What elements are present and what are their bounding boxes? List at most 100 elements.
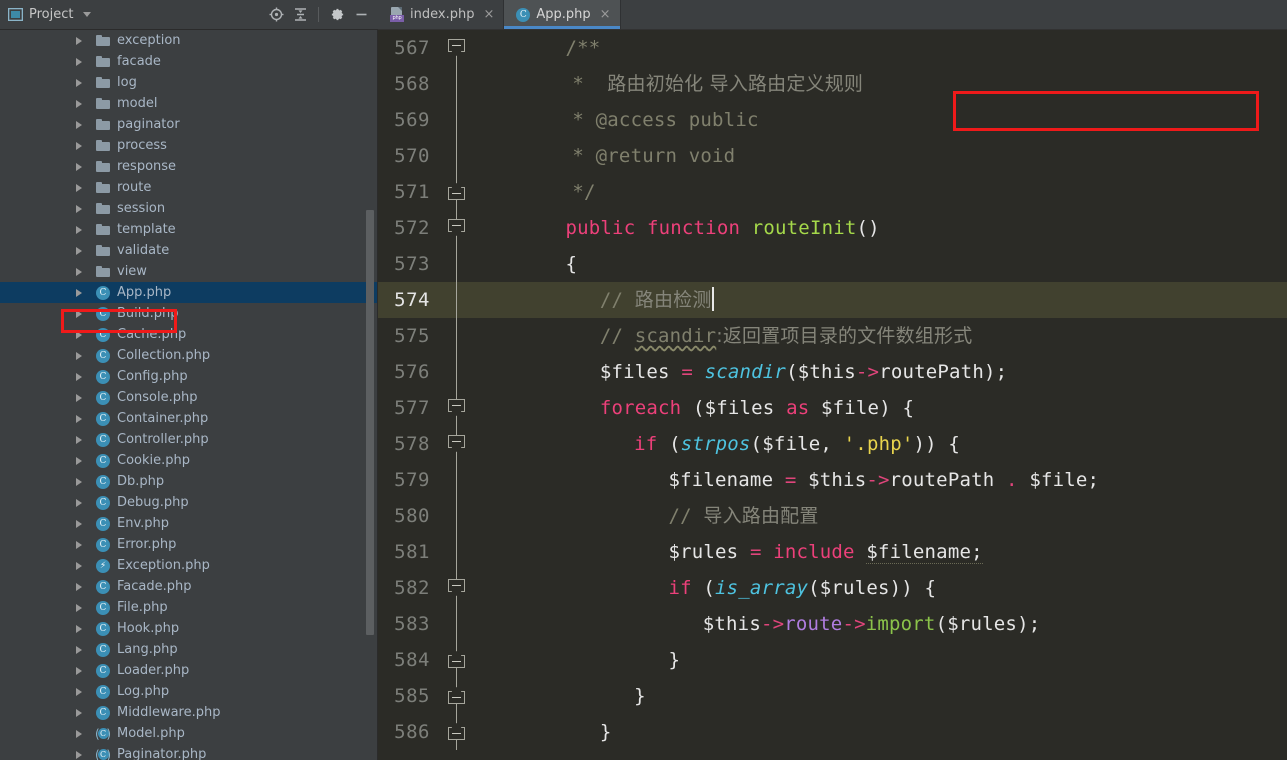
expand-arrow-icon[interactable] [76,456,88,465]
code-editor[interactable]: 567 /** 568 * 路由初始化 导入路由定义规则 569 * @acce… [378,30,1287,760]
code-line-586[interactable]: 586 } [378,714,1287,750]
tree-item-db-php[interactable]: C Db.php [0,471,377,492]
code-line-567[interactable]: 567 /** [378,30,1287,66]
expand-arrow-icon[interactable] [76,708,88,717]
fold-gutter[interactable] [440,426,474,462]
fold-gutter[interactable] [440,570,474,606]
expand-arrow-icon[interactable] [76,414,88,423]
tree-item-container-php[interactable]: C Container.php [0,408,377,429]
chevron-down-icon[interactable] [83,12,92,17]
sidebar-scrollbar-track[interactable] [365,30,376,760]
fold-gutter[interactable] [440,30,474,66]
code-line-585[interactable]: 585 } [378,678,1287,714]
tab-app-php[interactable]: C App.php × [504,0,621,29]
expand-arrow-icon[interactable] [76,78,88,87]
tree-item-route[interactable]: route [0,177,377,198]
code-line-570[interactable]: 570 * @return void [378,138,1287,174]
tree-item-file-php[interactable]: C File.php [0,597,377,618]
tree-item-response[interactable]: response [0,156,377,177]
tree-item-debug-php[interactable]: C Debug.php [0,492,377,513]
fold-gutter[interactable] [440,210,474,246]
fold-gutter[interactable] [440,714,474,750]
tree-item-facade[interactable]: facade [0,51,377,72]
fold-collapse-icon[interactable] [448,183,465,200]
expand-arrow-icon[interactable] [76,267,88,276]
tree-item-log[interactable]: log [0,72,377,93]
code-line-578[interactable]: 578 if (strpos($file, '.php')) { [378,426,1287,462]
tree-item-paginator-php[interactable]: (C) Paginator.php [0,744,377,760]
expand-arrow-icon[interactable] [76,288,88,297]
code-line-571[interactable]: 571 */ [378,174,1287,210]
code-line-576[interactable]: 576 $files = scandir($this->routePath); [378,354,1287,390]
expand-arrow-icon[interactable] [76,561,88,570]
project-panel-title-group[interactable]: Project [8,7,92,22]
code-line-584[interactable]: 584 } [378,642,1287,678]
tree-item-model-php[interactable]: (C) Model.php [0,723,377,744]
code-line-577[interactable]: 577 foreach ($files as $file) { [378,390,1287,426]
tree-item-facade-php[interactable]: C Facade.php [0,576,377,597]
tree-item-log-php[interactable]: C Log.php [0,681,377,702]
expand-arrow-icon[interactable] [76,162,88,171]
expand-arrow-icon[interactable] [76,393,88,402]
tree-item-view[interactable]: view [0,261,377,282]
expand-arrow-icon[interactable] [76,141,88,150]
code-line-569[interactable]: 569 * @access public [378,102,1287,138]
expand-arrow-icon[interactable] [76,246,88,255]
expand-arrow-icon[interactable] [76,330,88,339]
collapse-all-icon[interactable] [289,4,311,26]
tree-item-middleware-php[interactable]: C Middleware.php [0,702,377,723]
tree-item-collection-php[interactable]: C Collection.php [0,345,377,366]
tree-item-env-php[interactable]: C Env.php [0,513,377,534]
fold-collapse-icon[interactable] [448,39,465,56]
tree-item-process[interactable]: process [0,135,377,156]
expand-arrow-icon[interactable] [76,372,88,381]
expand-arrow-icon[interactable] [76,309,88,318]
close-icon[interactable]: × [600,8,611,21]
expand-arrow-icon[interactable] [76,540,88,549]
code-line-572[interactable]: 572 public function routeInit() [378,210,1287,246]
fold-gutter[interactable] [440,174,474,210]
fold-collapse-icon[interactable] [448,579,465,596]
settings-gear-icon[interactable] [326,4,348,26]
fold-collapse-icon[interactable] [448,651,465,668]
expand-arrow-icon[interactable] [76,666,88,675]
tree-item-cache-php[interactable]: C Cache.php [0,324,377,345]
tree-item-loader-php[interactable]: C Loader.php [0,660,377,681]
expand-arrow-icon[interactable] [76,120,88,129]
tree-item-session[interactable]: session [0,198,377,219]
fold-gutter[interactable] [440,390,474,426]
expand-arrow-icon[interactable] [76,645,88,654]
expand-arrow-icon[interactable] [76,729,88,738]
fold-gutter[interactable] [440,642,474,678]
sidebar-scrollbar-thumb[interactable] [366,210,374,635]
expand-arrow-icon[interactable] [76,435,88,444]
tree-item-controller-php[interactable]: C Controller.php [0,429,377,450]
code-line-581[interactable]: 581 $rules = include $filename; [378,534,1287,570]
code-line-575[interactable]: 575 // scandir:返回置项目录的文件数组形式 [378,318,1287,354]
code-line-568[interactable]: 568 * 路由初始化 导入路由定义规则 [378,66,1287,102]
expand-arrow-icon[interactable] [76,582,88,591]
tree-item-build-php[interactable]: C Build.php [0,303,377,324]
tree-item-cookie-php[interactable]: C Cookie.php [0,450,377,471]
tree-item-lang-php[interactable]: C Lang.php [0,639,377,660]
fold-collapse-icon[interactable] [448,723,465,740]
expand-arrow-icon[interactable] [76,36,88,45]
expand-arrow-icon[interactable] [76,624,88,633]
tree-item-exception[interactable]: exception [0,30,377,51]
tree-item-template[interactable]: template [0,219,377,240]
tree-item-console-php[interactable]: C Console.php [0,387,377,408]
expand-arrow-icon[interactable] [76,477,88,486]
expand-arrow-icon[interactable] [76,603,88,612]
code-line-580[interactable]: 580 // 导入路由配置 [378,498,1287,534]
code-line-574[interactable]: 574 // 路由检测 [378,282,1287,318]
expand-arrow-icon[interactable] [76,750,88,759]
fold-collapse-icon[interactable] [448,399,465,416]
tree-item-hook-php[interactable]: C Hook.php [0,618,377,639]
tree-item-paginator[interactable]: paginator [0,114,377,135]
minimize-icon[interactable] [350,4,372,26]
tree-item-model[interactable]: model [0,93,377,114]
fold-collapse-icon[interactable] [448,219,465,236]
locate-target-icon[interactable] [265,4,287,26]
expand-arrow-icon[interactable] [76,225,88,234]
fold-collapse-icon[interactable] [448,687,465,704]
